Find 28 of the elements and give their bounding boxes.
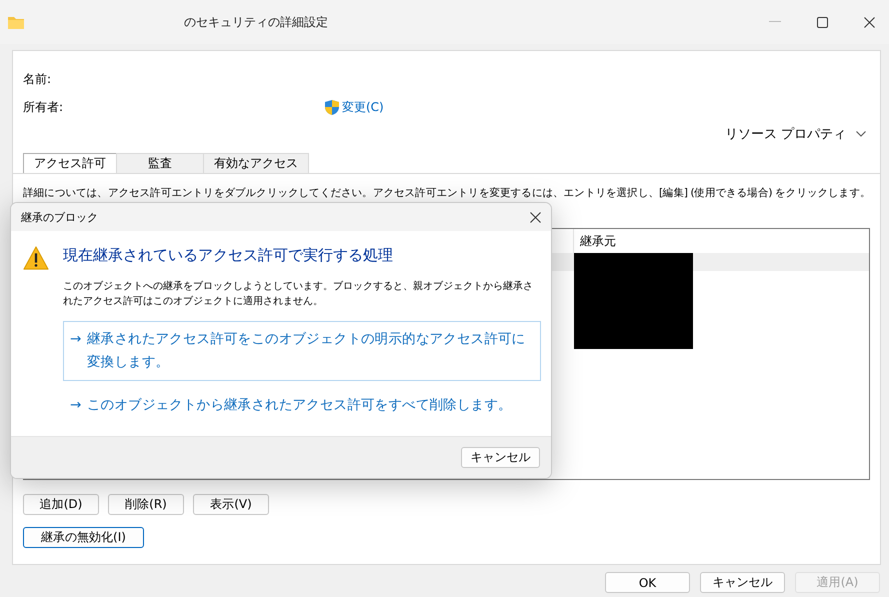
- entry-button[interactable]: 削除(R): [108, 494, 184, 515]
- disable-inheritance-button[interactable]: 継承の無効化(I): [23, 527, 144, 548]
- maximize-icon[interactable]: [817, 16, 828, 28]
- close-icon[interactable]: [530, 212, 541, 222]
- resource-properties-toggle[interactable]: リソース プロパティ: [720, 121, 870, 147]
- description-text: 詳細については、アクセス許可エントリをダブルクリックしてください。アクセス許可エントリを変更するには、エントリを選択し、[編集] (使用できる場合) をクリックします。: [23, 186, 870, 200]
- close-icon[interactable]: [864, 16, 875, 28]
- window-title: のセキュリティの詳細設定: [184, 14, 328, 30]
- chevron-down-icon: [856, 131, 866, 137]
- dialog-message: このオブジェクトへの継承をブロックしようとしています。ブロックすると、親オブジェクトから継承されたアクセス許可はこのオブジェクトに適用されません。: [63, 280, 534, 309]
- name-label: 名前:: [23, 70, 52, 88]
- tab[interactable]: アクセス許可: [23, 153, 117, 173]
- dialog-heading: 現在継承されているアクセス許可で実行する処理: [63, 246, 394, 265]
- entry-button[interactable]: 表示(V): [193, 494, 269, 515]
- tab[interactable]: 有効なアクセス: [203, 153, 309, 173]
- command-link[interactable]: → 継承されたアクセス許可をこのオブジェクトの明示的なアクセス許可に変換します。: [63, 321, 541, 381]
- cancel-button[interactable]: キャンセル: [461, 447, 540, 468]
- change-owner-link[interactable]: 変更(C): [342, 98, 384, 116]
- shield-icon: [325, 100, 339, 114]
- command-link[interactable]: → このオブジェクトから継承されたアクセス許可をすべて削除します。: [63, 387, 541, 424]
- dialog-button[interactable]: キャンセル: [700, 572, 785, 593]
- owner-label: 所有者:: [23, 98, 64, 116]
- folder-icon: [8, 16, 24, 28]
- dialog-title: 継承のブロック: [21, 210, 98, 224]
- tab[interactable]: 監査: [116, 153, 204, 173]
- dialog-button[interactable]: OK: [605, 572, 690, 593]
- entry-button[interactable]: 追加(D): [23, 494, 99, 515]
- warning-icon: [23, 245, 49, 271]
